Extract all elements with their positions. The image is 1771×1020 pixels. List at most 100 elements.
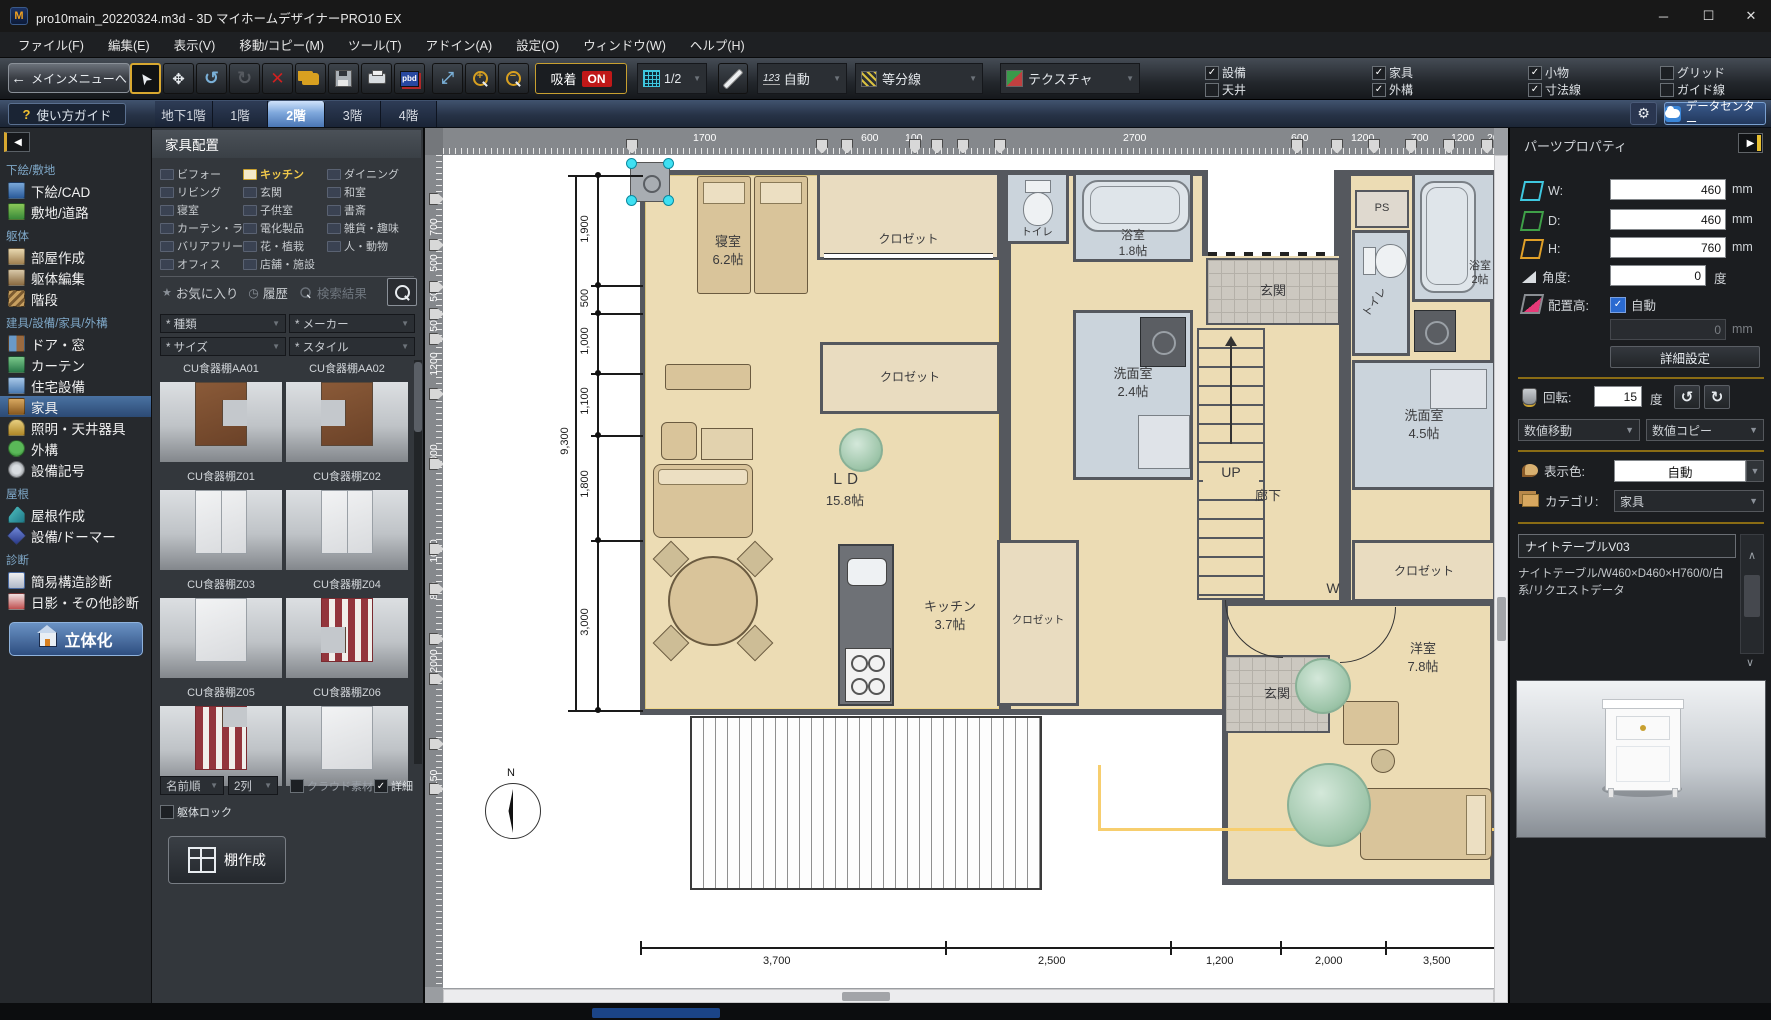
tab-floor-1[interactable]: 1階 bbox=[213, 101, 268, 127]
search-results-tab[interactable]: 検索結果 bbox=[298, 283, 367, 302]
numeric-copy-dropdown[interactable]: 数値コピー▼ bbox=[1646, 419, 1764, 441]
category-washitsu[interactable]: 和室 bbox=[327, 184, 420, 200]
menu-file[interactable]: ファイル(F) bbox=[6, 35, 96, 54]
frame-lock-checkbox[interactable]: 躯体ロック bbox=[160, 804, 232, 820]
snap-toggle[interactable]: 吸着 ON bbox=[535, 63, 627, 94]
favorites-tab[interactable]: ★お気に入り bbox=[162, 283, 238, 302]
delete-button[interactable]: ✕ bbox=[262, 63, 293, 94]
sort-dropdown[interactable]: 名前順▼ bbox=[160, 776, 224, 795]
category-appliance[interactable]: 電化製品 bbox=[243, 220, 327, 236]
angle-input[interactable]: 0 bbox=[1610, 265, 1706, 286]
filter-size-dropdown[interactable]: * サイズ▼ bbox=[160, 337, 286, 356]
scroll-up-icon[interactable]: ∧ bbox=[1741, 535, 1763, 562]
layer-check-guideline[interactable]: ガイド線 bbox=[1660, 81, 1725, 98]
maximize-button[interactable]: ☐ bbox=[1686, 0, 1731, 32]
filter-type-dropdown[interactable]: * 種類▼ bbox=[160, 314, 286, 333]
height-input[interactable]: 760 bbox=[1610, 237, 1726, 258]
plan-paper[interactable]: 寝室6.2帖 クロゼット トイレ 浴室1.8帖 洗面室2.4帖 bbox=[443, 155, 1494, 988]
sidebar-item-site-road[interactable]: 敷地/道路 bbox=[0, 201, 151, 222]
item-cu-aa02[interactable]: CU食器棚AA02 bbox=[286, 360, 412, 462]
close-button[interactable]: ✕ bbox=[1731, 0, 1771, 32]
tab-floor-3[interactable]: 3階 bbox=[325, 101, 381, 127]
redo-button[interactable]: ↻ bbox=[229, 63, 260, 94]
settings-gear-button[interactable]: ⚙ bbox=[1630, 102, 1657, 125]
cloud-material-checkbox[interactable]: クラウド素材 bbox=[290, 778, 373, 794]
display-color-dropdown-button[interactable]: ▼ bbox=[1746, 460, 1764, 482]
sidebar-item-cad[interactable]: 下絵/CAD bbox=[0, 180, 151, 201]
category-kitchen[interactable]: キッチン bbox=[243, 166, 327, 182]
canvas-vscrollbar[interactable] bbox=[1494, 155, 1508, 1003]
item-cu-z04[interactable]: CU食器棚Z04 bbox=[286, 576, 412, 678]
sidebar-item-structure-check[interactable]: 簡易構造診断 bbox=[0, 570, 151, 591]
open-file-button[interactable] bbox=[295, 63, 326, 94]
width-input[interactable]: 460 bbox=[1610, 179, 1726, 200]
menu-addin[interactable]: アドイン(A) bbox=[414, 35, 505, 54]
menu-view[interactable]: 表示(V) bbox=[162, 35, 228, 54]
category-plants[interactable]: 花・植栽 bbox=[243, 238, 327, 254]
sidebar-item-exterior[interactable]: 外構 bbox=[0, 438, 151, 459]
search-button[interactable] bbox=[387, 278, 417, 306]
measure-tool-button[interactable] bbox=[718, 63, 748, 94]
main-menu-button[interactable]: ← メインメニューへ bbox=[8, 63, 130, 93]
item-cu-z05[interactable]: CU食器棚Z05 bbox=[160, 684, 286, 786]
fit-view-button[interactable]: ⤢ bbox=[432, 63, 463, 94]
dimension-auto-dropdown[interactable]: 123 自動 ▼ bbox=[757, 63, 847, 94]
category-kids[interactable]: 子供室 bbox=[243, 202, 327, 218]
plan-canvas[interactable]: 1700 600 100 2700 600 1200 700 1200 2000… bbox=[425, 128, 1508, 1003]
filter-maker-dropdown[interactable]: * メーカー▼ bbox=[289, 314, 415, 333]
selected-night-table[interactable] bbox=[630, 162, 670, 202]
layer-check-furniture[interactable]: ✓家具 bbox=[1372, 64, 1413, 81]
numeric-move-dropdown[interactable]: 数値移動▼ bbox=[1518, 419, 1640, 441]
texture-dropdown[interactable]: テクスチャ ▼ bbox=[1000, 63, 1140, 94]
item-cu-z03[interactable]: CU食器棚Z03 bbox=[160, 576, 286, 678]
menu-help[interactable]: ヘルプ(H) bbox=[678, 35, 757, 54]
undo-button[interactable]: ↺ bbox=[196, 63, 227, 94]
category-office[interactable]: オフィス bbox=[160, 256, 243, 272]
category-study[interactable]: 書斎 bbox=[327, 202, 420, 218]
layer-check-ceiling[interactable]: 天井 bbox=[1205, 81, 1246, 98]
canvas-hscrollbar[interactable] bbox=[443, 989, 1494, 1003]
category-bedroom[interactable]: 寝室 bbox=[160, 202, 243, 218]
category-entrance[interactable]: 玄関 bbox=[243, 184, 327, 200]
layer-check-dimension[interactable]: ✓寸法線 bbox=[1528, 81, 1581, 98]
description-scrollbar[interactable]: ∧ bbox=[1740, 534, 1764, 654]
rotate-ccw-button[interactable]: ↺ bbox=[1674, 385, 1700, 409]
sidebar-item-furniture[interactable]: 家具 bbox=[0, 396, 151, 417]
make-3d-button[interactable]: 立体化 bbox=[9, 622, 143, 656]
divide-line-dropdown[interactable]: 等分線 ▼ bbox=[855, 63, 983, 94]
menu-move-copy[interactable]: 移動/コピー(M) bbox=[227, 35, 336, 54]
menu-edit[interactable]: 編集(E) bbox=[96, 35, 162, 54]
sidebar-item-lighting[interactable]: 照明・天井器具 bbox=[0, 417, 151, 438]
part-name-field[interactable]: ナイトテーブルV03 bbox=[1518, 534, 1736, 558]
category-living[interactable]: リビング bbox=[160, 184, 243, 200]
sidebar-item-housing-equipment[interactable]: 住宅設備 bbox=[0, 375, 151, 396]
item-cu-z01[interactable]: CU食器棚Z01 bbox=[160, 468, 286, 570]
sidebar-item-equipment-symbol[interactable]: 設備記号 bbox=[0, 459, 151, 480]
display-color-select[interactable]: 自動 bbox=[1614, 460, 1746, 482]
layer-check-accessory[interactable]: ✓小物 bbox=[1528, 64, 1569, 81]
print-button[interactable] bbox=[361, 63, 392, 94]
tab-floor-4[interactable]: 4階 bbox=[381, 101, 437, 127]
data-center-button[interactable]: データセンター bbox=[1664, 102, 1766, 125]
rotate-cw-button[interactable]: ↻ bbox=[1704, 385, 1730, 409]
depth-input[interactable]: 460 bbox=[1610, 209, 1726, 230]
sidebar-item-shadow-check[interactable]: 日影・その他診断 bbox=[0, 591, 151, 612]
menu-settings[interactable]: 設定(O) bbox=[504, 35, 571, 54]
detail-checkbox[interactable]: ✓詳細 bbox=[374, 778, 413, 794]
sidebar-item-frame-edit[interactable]: 躯体編集 bbox=[0, 267, 151, 288]
pan-tool-button[interactable]: ✥ bbox=[163, 63, 194, 94]
item-cu-aa01[interactable]: CU食器棚AA01 bbox=[160, 360, 286, 462]
category-hobby[interactable]: 雑貨・趣味 bbox=[327, 220, 420, 236]
columns-dropdown[interactable]: 2列▼ bbox=[228, 776, 278, 795]
zoom-out-button[interactable]: − bbox=[498, 63, 529, 94]
tab-floor-b1[interactable]: 地下1階 bbox=[155, 101, 213, 127]
category-dropdown[interactable]: 家具▼ bbox=[1614, 490, 1764, 512]
usage-guide-button[interactable]: ? 使い方ガイド bbox=[8, 103, 126, 125]
sidebar-item-curtain[interactable]: カーテン bbox=[0, 354, 151, 375]
category-curtain-rug[interactable]: カーテン・ラグ bbox=[160, 220, 243, 236]
rotate-input[interactable]: 15 bbox=[1594, 386, 1642, 407]
layer-check-equipment[interactable]: ✓設備 bbox=[1205, 64, 1246, 81]
item-cu-z02[interactable]: CU食器棚Z02 bbox=[286, 468, 412, 570]
auto-height-checkbox[interactable]: ✓自動 bbox=[1610, 295, 1656, 314]
detail-settings-button[interactable]: 詳細設定 bbox=[1610, 346, 1760, 368]
